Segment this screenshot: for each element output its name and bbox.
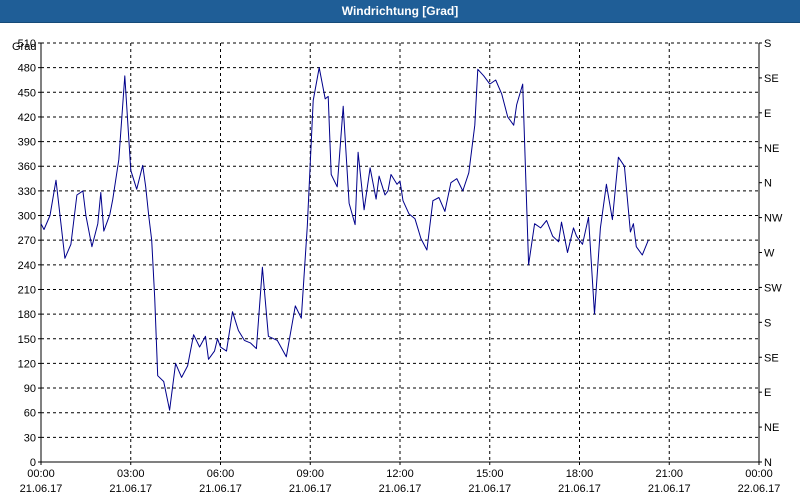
right-axis-label: NE xyxy=(764,143,779,155)
x-tick-time-label: 12:00 xyxy=(386,468,414,480)
x-tick-date-label: 21.06.17 xyxy=(289,483,332,495)
y-tick-label: 330 xyxy=(18,186,36,198)
x-tick-date-label: 21.06.17 xyxy=(379,483,422,495)
y-tick-label: 300 xyxy=(18,211,36,223)
y-tick-label: 240 xyxy=(18,260,36,272)
x-tick-time-label: 21:00 xyxy=(655,468,683,480)
chart-window: Windrichtung [Grad] 0 30 60 90 120 150 180 210 2… xyxy=(0,0,800,500)
x-tick-date-label: 21.06.17 xyxy=(468,483,511,495)
x-tick-time-label: 03:00 xyxy=(117,468,145,480)
x-tick-date-label: 21.06.17 xyxy=(109,483,152,495)
y-tick-label: 180 xyxy=(18,309,36,321)
x-tick-time-label: 18:00 xyxy=(566,468,594,480)
x-tick-date-label: 21.06.17 xyxy=(558,483,601,495)
right-axis-label: SW xyxy=(764,282,782,294)
right-axis-label: SE xyxy=(764,352,779,364)
y-tick-label: 480 xyxy=(18,63,36,75)
x-tick-time-label: 09:00 xyxy=(296,468,324,480)
x-tick-date-label: 21.06.17 xyxy=(648,483,691,495)
y-axis-label: Grad xyxy=(12,41,36,53)
x-tick-time-label: 00:00 xyxy=(27,468,55,480)
y-tick-label: 30 xyxy=(24,432,36,444)
y-tick-label: 120 xyxy=(18,358,36,370)
x-tick-time-label: 06:00 xyxy=(207,468,235,480)
title-bar: Windrichtung [Grad] xyxy=(0,0,800,23)
right-axis-label: W xyxy=(764,248,775,260)
x-tick-date-label: 21.06.17 xyxy=(20,483,63,495)
right-axis-label: S xyxy=(764,317,771,329)
y-tick-label: 420 xyxy=(18,112,36,124)
right-axis-label: NE xyxy=(764,422,779,434)
y-tick-label: 90 xyxy=(24,383,36,395)
y-tick-label: 390 xyxy=(18,137,36,149)
x-tick-date-label: 21.06.17 xyxy=(199,483,242,495)
right-axis-label: NW xyxy=(764,213,783,225)
y-tick-label: 360 xyxy=(18,161,36,173)
right-axis-label: SE xyxy=(764,73,779,85)
x-tick-date-label: 22.06.17 xyxy=(738,483,781,495)
right-axis-label: E xyxy=(764,108,771,120)
y-tick-label: 450 xyxy=(18,87,36,99)
y-tick-label: 270 xyxy=(18,235,36,247)
line-chart: 0306090120150180210240270300330360390420… xyxy=(12,38,783,495)
y-tick-label: 210 xyxy=(18,284,36,296)
right-axis-label: N xyxy=(764,178,772,190)
y-tick-label: 150 xyxy=(18,334,36,346)
right-axis-label: E xyxy=(764,387,771,399)
chart-title: Windrichtung [Grad] xyxy=(341,4,459,18)
right-axis-label: S xyxy=(764,38,771,50)
x-tick-time-label: 15:00 xyxy=(476,468,504,480)
x-tick-time-label: 00:00 xyxy=(745,468,773,480)
y-tick-label: 60 xyxy=(24,408,36,420)
